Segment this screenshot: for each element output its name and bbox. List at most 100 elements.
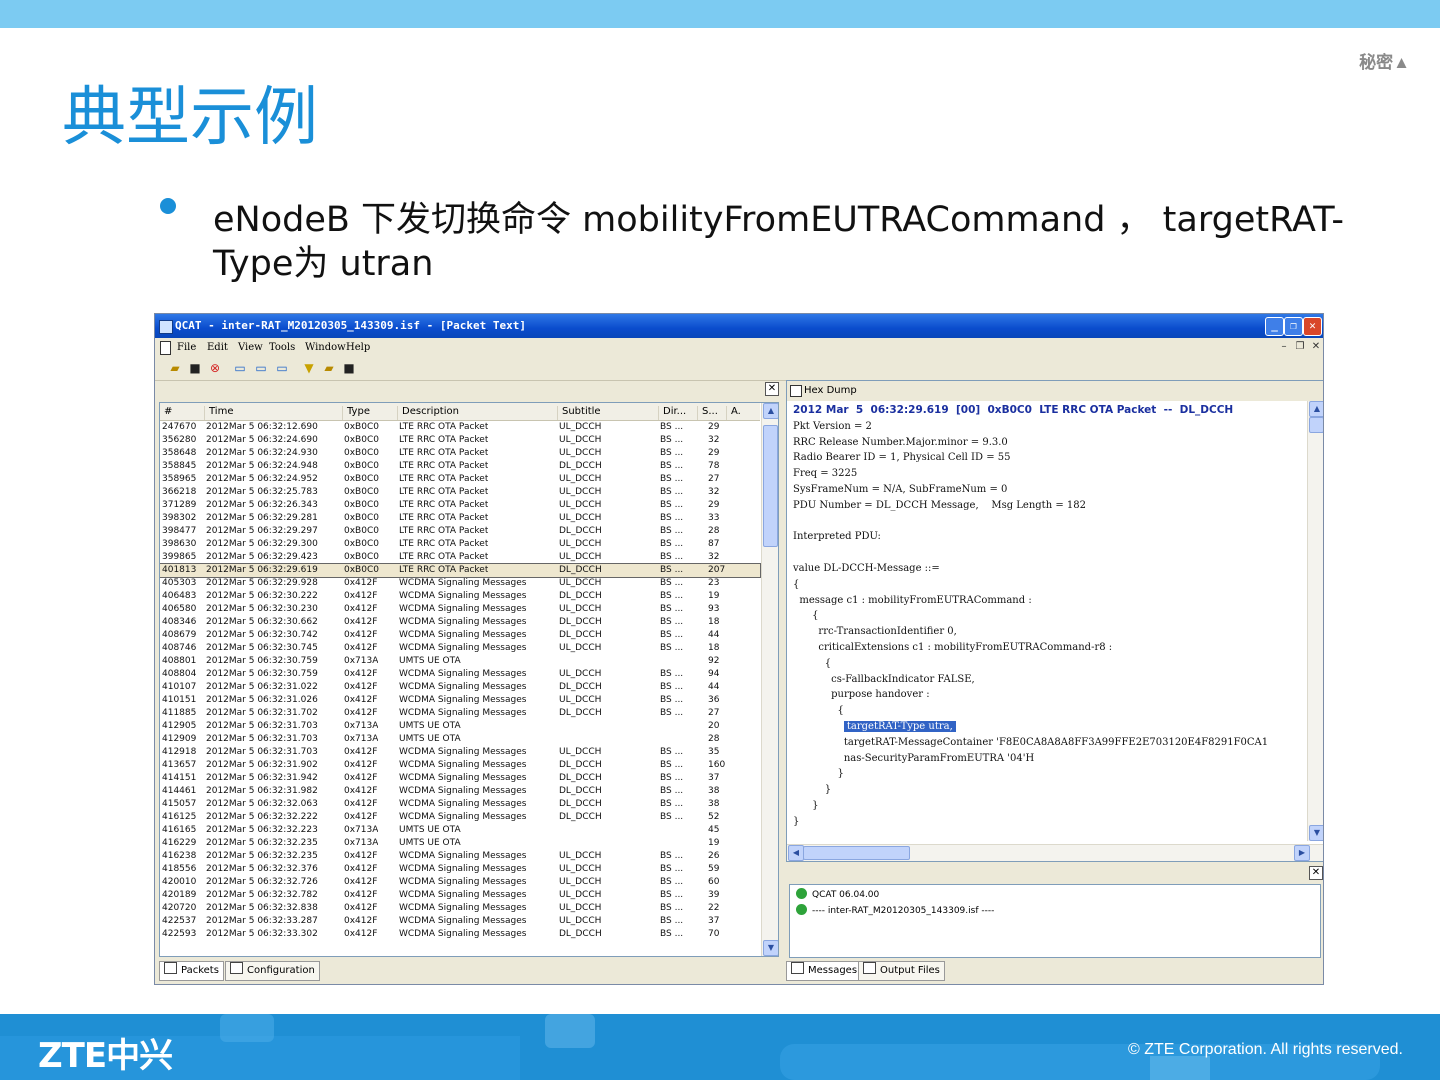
table-row[interactable]: 406483 2012Mar 5 06:32:30.222 0x412F WCDMA … — [160, 590, 760, 603]
table-row[interactable]: 412909 2012Mar 5 06:32:31.703 0x713A UMTS U… — [160, 733, 760, 746]
table-row[interactable]: 420189 2012Mar 5 06:32:32.782 0x412F WCDMA … — [160, 889, 760, 902]
table-row[interactable]: 420720 2012Mar 5 06:32:32.838 0x412F WCDMA … — [160, 902, 760, 915]
table-row[interactable]: 408746 2012Mar 5 06:32:30.745 0x412F WCDMA … — [160, 642, 760, 655]
table-row[interactable]: 420010 2012Mar 5 06:32:32.726 0x412F WCDMA … — [160, 876, 760, 889]
col-header-subtitle[interactable]: Subtitle — [557, 406, 654, 420]
table-row[interactable]: 412918 2012Mar 5 06:32:31.703 0x412F WCDMA … — [160, 746, 760, 759]
col-header-description[interactable]: Description — [397, 406, 552, 420]
table-row[interactable]: 414461 2012Mar 5 06:32:31.982 0x412F WCDMA … — [160, 785, 760, 798]
col-header-type[interactable]: Type — [342, 406, 393, 420]
maximize-button[interactable]: ❐ — [1284, 317, 1303, 336]
text-scroll-left-icon[interactable]: ◀ — [788, 845, 804, 861]
packets-tab-icon — [164, 962, 177, 974]
table-row[interactable]: 411885 2012Mar 5 06:32:31.702 0x412F WCDMA … — [160, 707, 760, 720]
packet-text-hscrollbar[interactable]: ◀ ▶ — [787, 844, 1323, 861]
save-icon[interactable]: ■ — [188, 361, 202, 375]
table-row[interactable]: 408804 2012Mar 5 06:32:30.759 0x412F WCDMA … — [160, 668, 760, 681]
table-cell: 0xB0C0 — [344, 513, 379, 523]
table-row[interactable]: 398302 2012Mar 5 06:32:29.281 0xB0C0 LTE RR… — [160, 512, 760, 525]
table-row[interactable]: 398477 2012Mar 5 06:32:29.297 0xB0C0 LTE RR… — [160, 525, 760, 538]
table-row[interactable]: 247670 2012Mar 5 06:32:12.690 0xB0C0 LTE RR… — [160, 421, 760, 434]
text-scroll-down-icon[interactable]: ▼ — [1309, 825, 1323, 841]
table-cell: BS ... — [660, 435, 684, 445]
table-row[interactable]: 358845 2012Mar 5 06:32:24.948 0xB0C0 LTE RR… — [160, 460, 760, 473]
scroll-down-icon[interactable]: ▼ — [763, 940, 778, 956]
table-row[interactable]: 413657 2012Mar 5 06:32:31.902 0x412F WCDMA … — [160, 759, 760, 772]
menu-tools[interactable]: Tools — [269, 342, 295, 353]
mdi-minimize-button[interactable]: – — [1278, 341, 1290, 353]
col-header-size[interactable]: S... — [697, 406, 726, 420]
packet-icon[interactable]: ▭ — [233, 361, 247, 375]
table-row[interactable]: 405303 2012Mar 5 06:32:29.928 0x412F WCDMA … — [160, 577, 760, 590]
tab-configuration[interactable]: Configuration — [225, 961, 320, 981]
table-row[interactable]: 410151 2012Mar 5 06:32:31.026 0x412F WCDMA … — [160, 694, 760, 707]
packet-prev-icon[interactable]: ▭ — [275, 361, 289, 375]
mdi-close-button[interactable]: ✕ — [1310, 341, 1322, 353]
table-row[interactable]: 422593 2012Mar 5 06:32:33.302 0x412F WCDMA … — [160, 928, 760, 941]
filter-icon[interactable]: ▼ — [302, 361, 316, 375]
text-hscroll-thumb[interactable] — [803, 846, 910, 860]
table-row[interactable]: 416229 2012Mar 5 06:32:32.235 0x713A UMTS U… — [160, 837, 760, 850]
mdi-restore-button[interactable]: ❐ — [1294, 341, 1306, 353]
tab-packets[interactable]: Packets — [159, 961, 224, 981]
table-row[interactable]: 418556 2012Mar 5 06:32:32.376 0x412F WCDMA … — [160, 863, 760, 876]
table-row[interactable]: 408801 2012Mar 5 06:32:30.759 0x713A UMTS U… — [160, 655, 760, 668]
col-header-time[interactable]: Time — [204, 406, 337, 420]
text-scroll-right-icon[interactable]: ▶ — [1294, 845, 1310, 861]
hex-dump-checkbox[interactable] — [790, 385, 802, 397]
open-icon[interactable]: ▰ — [168, 361, 182, 375]
table-row[interactable]: 416238 2012Mar 5 06:32:32.235 0x412F WCDMA … — [160, 850, 760, 863]
table-row[interactable]: 371289 2012Mar 5 06:32:26.343 0xB0C0 LTE RR… — [160, 499, 760, 512]
highlighted-field[interactable]: targetRAT-Type utra, — [843, 720, 956, 732]
packet-list-scrollbar[interactable]: ▲ ▼ — [761, 403, 778, 956]
messages-close-icon[interactable]: ✕ — [1309, 866, 1323, 880]
menu-window[interactable]: Window — [305, 342, 346, 353]
table-row[interactable]: 406580 2012Mar 5 06:32:30.230 0x412F WCDMA … — [160, 603, 760, 616]
text-scroll-up-icon[interactable]: ▲ — [1309, 401, 1323, 417]
table-cell: 37 — [708, 773, 720, 783]
table-row[interactable]: 416125 2012Mar 5 06:32:32.222 0x412F WCDMA … — [160, 811, 760, 824]
menu-help[interactable]: Help — [346, 342, 370, 353]
menu-view[interactable]: View — [238, 342, 263, 353]
tab-output-files[interactable]: Output Files — [858, 961, 945, 981]
window-titlebar[interactable]: QCAT - inter-RAT_M20120305_143309.isf - … — [155, 314, 1323, 338]
table-row[interactable]: 398630 2012Mar 5 06:32:29.300 0xB0C0 LTE RR… — [160, 538, 760, 551]
col-header-a[interactable]: A. — [726, 406, 751, 420]
text-scroll-thumb[interactable] — [1309, 417, 1323, 433]
scroll-up-icon[interactable]: ▲ — [763, 403, 778, 419]
col-header-number[interactable]: # — [160, 406, 204, 420]
table-row[interactable]: 358965 2012Mar 5 06:32:24.952 0xB0C0 LTE RR… — [160, 473, 760, 486]
table-row[interactable]: 358648 2012Mar 5 06:32:24.930 0xB0C0 LTE RR… — [160, 447, 760, 460]
table-row[interactable]: 416165 2012Mar 5 06:32:32.223 0x713A UMTS U… — [160, 824, 760, 837]
table-row[interactable]: 412905 2012Mar 5 06:32:31.703 0x713A UMTS U… — [160, 720, 760, 733]
table-row[interactable]: 366218 2012Mar 5 06:32:25.783 0xB0C0 LTE RR… — [160, 486, 760, 499]
menu-edit[interactable]: Edit — [207, 342, 228, 353]
tab-packets-label: Packets — [181, 965, 219, 976]
table-row[interactable]: 399865 2012Mar 5 06:32:29.423 0xB0C0 LTE RR… — [160, 551, 760, 564]
table-row[interactable]: 356280 2012Mar 5 06:32:24.690 0xB0C0 LTE RR… — [160, 434, 760, 447]
table-row[interactable]: 414151 2012Mar 5 06:32:31.942 0x412F WCDMA … — [160, 772, 760, 785]
packet-text-line: } — [793, 814, 1303, 830]
stop-icon[interactable]: ⊗ — [208, 361, 222, 375]
packet-text-value: message c1 : mobilityFromEUTRACommand : — [793, 594, 1032, 606]
tab-messages[interactable]: Messages — [786, 961, 863, 981]
table-cell: WCDMA Signaling Messages — [399, 851, 527, 861]
packet-list-close-icon[interactable]: ✕ — [765, 382, 779, 396]
minimize-button[interactable]: _ — [1265, 317, 1284, 336]
table-row[interactable]: 408346 2012Mar 5 06:32:30.662 0x412F WCDMA … — [160, 616, 760, 629]
scroll-thumb[interactable] — [763, 425, 778, 547]
table-row[interactable]: 401813 2012Mar 5 06:32:29.619 0xB0C0 LTE RR… — [160, 563, 761, 578]
menu-file[interactable]: File — [177, 342, 196, 353]
save-disk-icon[interactable]: ■ — [342, 361, 356, 375]
table-row[interactable]: 422537 2012Mar 5 06:32:33.287 0x412F WCDMA … — [160, 915, 760, 928]
table-cell: UL_DCCH — [559, 903, 602, 913]
col-header-direction[interactable]: Dir... — [658, 406, 695, 420]
table-row[interactable]: 410107 2012Mar 5 06:32:31.022 0x412F WCDMA … — [160, 681, 760, 694]
packet-next-icon[interactable]: ▭ — [254, 361, 268, 375]
table-cell: 26 — [708, 851, 720, 861]
close-button[interactable]: ✕ — [1303, 317, 1322, 336]
table-row[interactable]: 408679 2012Mar 5 06:32:30.742 0x412F WCDMA … — [160, 629, 760, 642]
open-folder-icon[interactable]: ▰ — [322, 361, 336, 375]
packet-text-vscrollbar[interactable]: ▲ ▼ — [1307, 401, 1323, 841]
table-row[interactable]: 415057 2012Mar 5 06:32:32.063 0x412F WCDMA … — [160, 798, 760, 811]
